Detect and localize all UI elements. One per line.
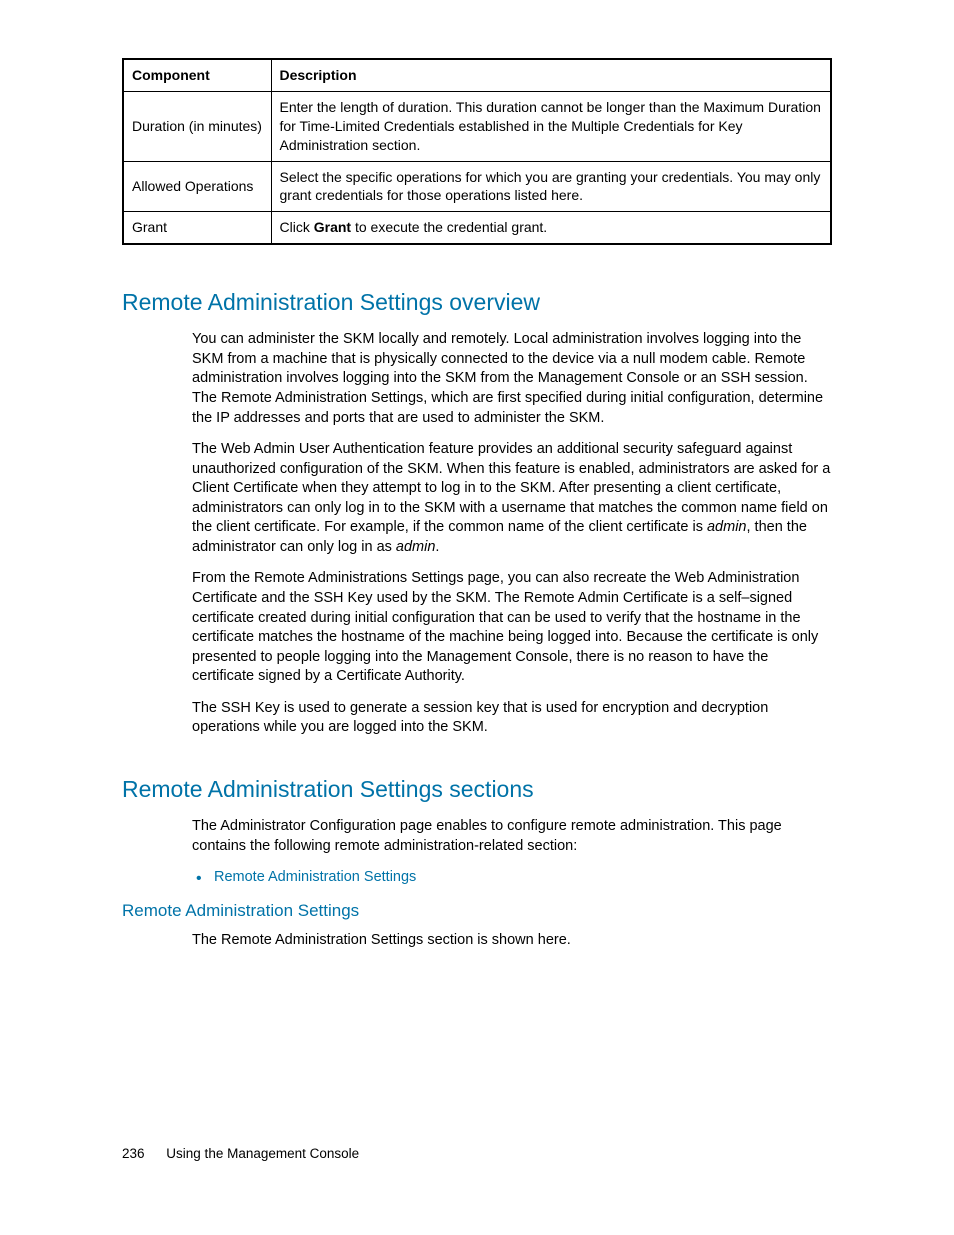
table-cell-description: Click Grant to execute the credential gr… <box>271 212 831 244</box>
list-item: Remote Administration Settings <box>192 868 832 888</box>
table-header-description: Description <box>271 59 831 91</box>
page-footer: 236 Using the Management Console <box>122 1145 359 1163</box>
subheading-remote-admin-settings: Remote Administration Settings <box>122 900 832 923</box>
table-cell-description: Select the specific operations for which… <box>271 161 831 212</box>
page-number: 236 <box>122 1146 145 1161</box>
table-cell-component: Grant <box>123 212 271 244</box>
table-row: Grant Click Grant to execute the credent… <box>123 212 831 244</box>
paragraph: You can administer the SKM locally and r… <box>192 330 832 428</box>
paragraph: The SSH Key is used to generate a sessio… <box>192 699 832 738</box>
table-cell-component: Allowed Operations <box>123 161 271 212</box>
table-row: Allowed Operations Select the specific o… <box>123 161 831 212</box>
paragraph: The Web Admin User Authentication featur… <box>192 440 832 557</box>
heading-remote-admin-sections: Remote Administration Settings sections <box>122 774 832 805</box>
table-header-component: Component <box>123 59 271 91</box>
component-table: Component Description Duration (in minut… <box>122 58 832 245</box>
table-cell-component: Duration (in minutes) <box>123 91 271 161</box>
bullet-list: Remote Administration Settings <box>192 868 832 888</box>
table-cell-description: Enter the length of duration. This durat… <box>271 91 831 161</box>
chapter-title: Using the Management Console <box>166 1146 359 1161</box>
heading-remote-admin-overview: Remote Administration Settings overview <box>122 287 832 318</box>
paragraph: The Administrator Configuration page ena… <box>192 817 832 856</box>
link-remote-admin-settings[interactable]: Remote Administration Settings <box>214 869 416 885</box>
paragraph: The Remote Administration Settings secti… <box>192 931 832 951</box>
table-row: Duration (in minutes) Enter the length o… <box>123 91 831 161</box>
paragraph: From the Remote Administrations Settings… <box>192 569 832 686</box>
